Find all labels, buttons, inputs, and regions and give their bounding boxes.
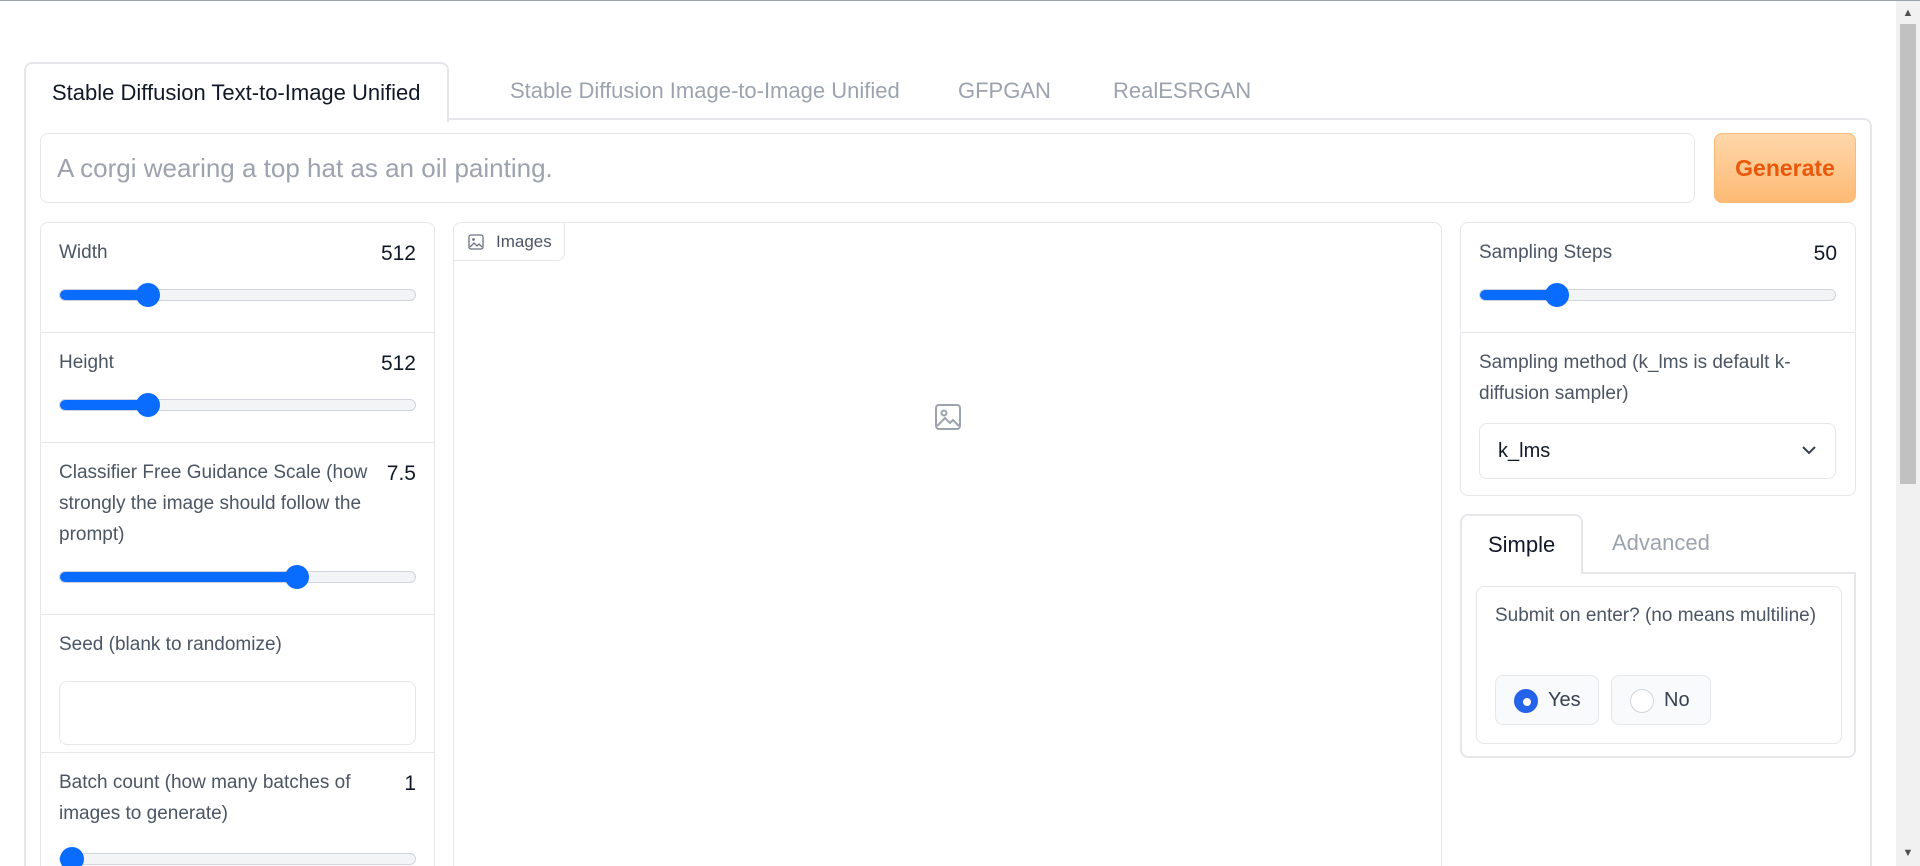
- images-label-tag: Images: [454, 223, 565, 261]
- main-tabs: Stable Diffusion Text-to-Image Unified S…: [24, 62, 1872, 122]
- images-label: Images: [496, 232, 552, 251]
- width-value[interactable]: 512: [381, 242, 416, 266]
- seed-block: Seed (blank to randomize): [41, 615, 434, 753]
- scroll-up-arrow-icon[interactable]: ▲: [1896, 4, 1920, 22]
- sub-tabs: Simple Advanced: [1460, 514, 1856, 574]
- submit-on-enter-label: Submit on enter? (no means multiline): [1495, 605, 1817, 626]
- sampling-steps-value[interactable]: 50: [1814, 242, 1837, 266]
- height-slider[interactable]: [59, 393, 416, 417]
- height-slider-fill: [60, 400, 148, 410]
- scrollbar-thumb[interactable]: [1900, 24, 1916, 484]
- sampling-steps-slider-knob[interactable]: [1545, 283, 1569, 307]
- tab-advanced[interactable]: Advanced: [1586, 514, 1736, 572]
- scroll-down-arrow-icon[interactable]: ▼: [1896, 844, 1920, 862]
- width-slider-fill: [60, 290, 148, 300]
- tab-realesrgan[interactable]: RealESRGAN: [1087, 62, 1277, 120]
- batch-count-value[interactable]: 1: [404, 772, 416, 796]
- batch-count-slider[interactable]: [59, 847, 416, 866]
- seed-label: Seed (blank to randomize): [59, 634, 282, 655]
- cfg-value[interactable]: 7.5: [387, 462, 416, 486]
- radio-yes-label: Yes: [1548, 689, 1581, 711]
- sampling-steps-slider[interactable]: [1479, 283, 1836, 307]
- seed-input[interactable]: [59, 681, 416, 745]
- width-label: Width: [59, 242, 108, 263]
- image-placeholder-icon: [935, 404, 961, 430]
- parameters-panel: Width 512 Height 512 Classifier Free Gui…: [40, 222, 435, 866]
- window-top-border: [0, 0, 1920, 1]
- sampling-method-value: k_lms: [1498, 440, 1551, 462]
- height-value[interactable]: 512: [381, 352, 416, 376]
- tab-gfpgan[interactable]: GFPGAN: [932, 62, 1077, 120]
- width-block: Width 512: [41, 223, 434, 333]
- radio-no-dot[interactable]: [1630, 689, 1654, 713]
- cfg-slider[interactable]: [59, 565, 416, 589]
- cfg-label: Classifier Free Guidance Scale (how stro…: [59, 462, 368, 545]
- images-panel: Images: [453, 222, 1442, 866]
- simple-tab-panel: Submit on enter? (no means multiline) Ye…: [1460, 572, 1856, 758]
- batch-count-slider-knob[interactable]: [60, 847, 84, 866]
- submit-on-enter-group: Submit on enter? (no means multiline) Ye…: [1476, 586, 1842, 744]
- sampling-method-label: Sampling method (k_lms is default k-diff…: [1479, 352, 1791, 404]
- sampling-method-select[interactable]: k_lms: [1479, 423, 1836, 479]
- cfg-block: Classifier Free Guidance Scale (how stro…: [41, 443, 434, 615]
- tab-image-to-image[interactable]: Stable Diffusion Image-to-Image Unified: [484, 62, 926, 120]
- radio-yes[interactable]: Yes: [1495, 675, 1599, 725]
- width-slider-knob[interactable]: [136, 283, 160, 307]
- cfg-slider-fill: [60, 572, 297, 582]
- sampling-method-block: Sampling method (k_lms is default k-diff…: [1461, 333, 1855, 495]
- cfg-slider-knob[interactable]: [285, 565, 309, 589]
- height-block: Height 512: [41, 333, 434, 443]
- prompt-input[interactable]: [40, 133, 1695, 203]
- width-slider[interactable]: [59, 283, 416, 307]
- image-icon: [468, 234, 484, 250]
- tab-simple[interactable]: Simple: [1460, 514, 1584, 574]
- generate-button[interactable]: Generate: [1714, 133, 1856, 203]
- batch-count-block: Batch count (how many batches of images …: [41, 753, 434, 866]
- batch-count-label: Batch count (how many batches of images …: [59, 772, 351, 824]
- radio-no-label: No: [1664, 689, 1690, 711]
- height-label: Height: [59, 352, 114, 373]
- sampling-steps-label: Sampling Steps: [1479, 242, 1613, 263]
- sampling-steps-block: Sampling Steps 50: [1461, 223, 1855, 333]
- radio-yes-dot[interactable]: [1514, 689, 1538, 713]
- height-slider-knob[interactable]: [136, 393, 160, 417]
- tab-text-to-image[interactable]: Stable Diffusion Text-to-Image Unified: [24, 62, 449, 122]
- chevron-down-icon: [1802, 446, 1816, 455]
- sampling-panel: Sampling Steps 50 Sampling method (k_lms…: [1460, 222, 1856, 496]
- radio-no[interactable]: No: [1611, 675, 1711, 725]
